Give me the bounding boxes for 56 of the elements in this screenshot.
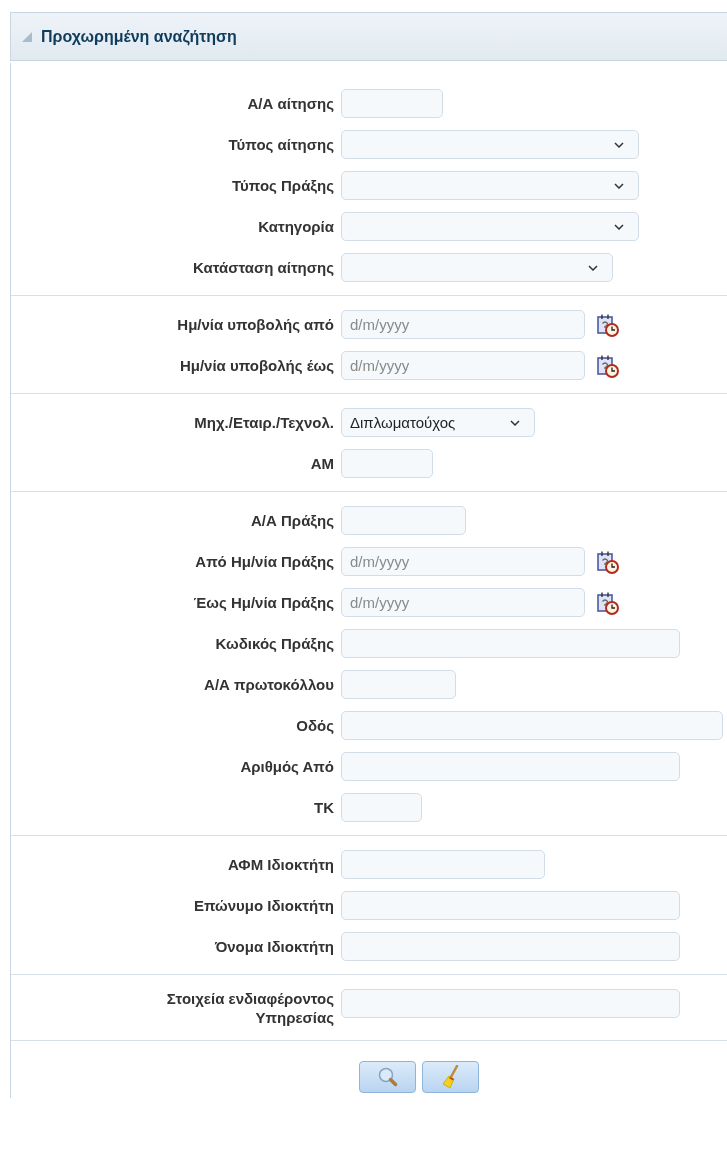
field-label: Α/Α Πράξης bbox=[250, 511, 334, 530]
date-field[interactable]: d/m/yyyy bbox=[341, 351, 585, 380]
field-label: Όνομα Ιδιοκτήτη bbox=[213, 937, 334, 956]
input-field[interactable] bbox=[341, 670, 456, 699]
field-label: Α/Α αίτησης bbox=[246, 94, 334, 113]
select-field[interactable]: Διπλωματούχος bbox=[341, 408, 535, 437]
input-field[interactable] bbox=[341, 989, 680, 1018]
field-label: Έως Ημ/νία Πράξης bbox=[192, 593, 334, 612]
chevron-down-icon bbox=[614, 223, 624, 230]
calendar-clock-icon[interactable] bbox=[596, 353, 620, 378]
field-label: Επώνυμο Ιδιοκτήτη bbox=[193, 896, 334, 915]
magnifier-icon bbox=[376, 1066, 399, 1088]
date-field[interactable]: d/m/yyyy bbox=[341, 310, 585, 339]
field-label: ΤΚ bbox=[313, 798, 334, 817]
field-label: ΑΜ bbox=[309, 454, 334, 473]
field-label: Τύπος Πράξης bbox=[231, 176, 334, 195]
field-label: Κωδικός Πράξης bbox=[214, 634, 334, 653]
field-label: Κατάσταση αίτησης bbox=[191, 258, 334, 277]
field-label: Αριθμός Από bbox=[239, 757, 334, 776]
field-label: Από Ημ/νία Πράξης bbox=[194, 552, 334, 571]
field-label: Στοιχεία ενδιαφέροντος Υπηρεσίας bbox=[165, 989, 334, 1027]
input-field[interactable] bbox=[341, 711, 723, 740]
field-label: Α/Α πρωτοκόλλου bbox=[203, 675, 334, 694]
calendar-clock-icon[interactable] bbox=[596, 590, 620, 615]
input-field[interactable] bbox=[341, 891, 680, 920]
field-label: Ημ/νία υποβολής από bbox=[176, 315, 334, 334]
input-field[interactable] bbox=[341, 752, 680, 781]
calendar-clock-icon[interactable] bbox=[596, 549, 620, 574]
panel-title: Προχωρημένη αναζήτηση bbox=[41, 27, 237, 46]
field-label: Μηχ./Εταιρ./Τεχνολ. bbox=[193, 413, 334, 432]
date-field[interactable]: d/m/yyyy bbox=[341, 588, 585, 617]
input-field[interactable] bbox=[341, 449, 433, 478]
input-field[interactable] bbox=[341, 793, 422, 822]
field-label: Κατηγορία bbox=[257, 217, 334, 236]
field-label: Ημ/νία υποβολής έως bbox=[178, 356, 334, 375]
chevron-down-icon bbox=[614, 141, 624, 148]
clear-button[interactable] bbox=[422, 1061, 479, 1093]
field-label: Οδός bbox=[295, 716, 334, 735]
chevron-down-icon bbox=[510, 419, 520, 426]
panel-header[interactable]: Προχωρημένη αναζήτηση bbox=[10, 12, 727, 61]
select-field[interactable] bbox=[341, 212, 639, 241]
search-button[interactable] bbox=[359, 1061, 416, 1093]
field-label: Τύπος αίτησης bbox=[227, 135, 334, 154]
select-field[interactable] bbox=[341, 130, 639, 159]
input-field[interactable] bbox=[341, 932, 680, 961]
input-field[interactable] bbox=[341, 850, 545, 879]
chevron-down-icon bbox=[588, 264, 598, 271]
select-field[interactable] bbox=[341, 253, 613, 282]
calendar-clock-icon[interactable] bbox=[596, 312, 620, 337]
date-field[interactable]: d/m/yyyy bbox=[341, 547, 585, 576]
select-field[interactable] bbox=[341, 171, 639, 200]
input-field[interactable] bbox=[341, 629, 680, 658]
field-label: ΑΦΜ Ιδιοκτήτη bbox=[226, 855, 334, 874]
chevron-down-icon bbox=[614, 182, 624, 189]
input-field[interactable] bbox=[341, 506, 466, 535]
input-field[interactable] bbox=[341, 89, 443, 118]
